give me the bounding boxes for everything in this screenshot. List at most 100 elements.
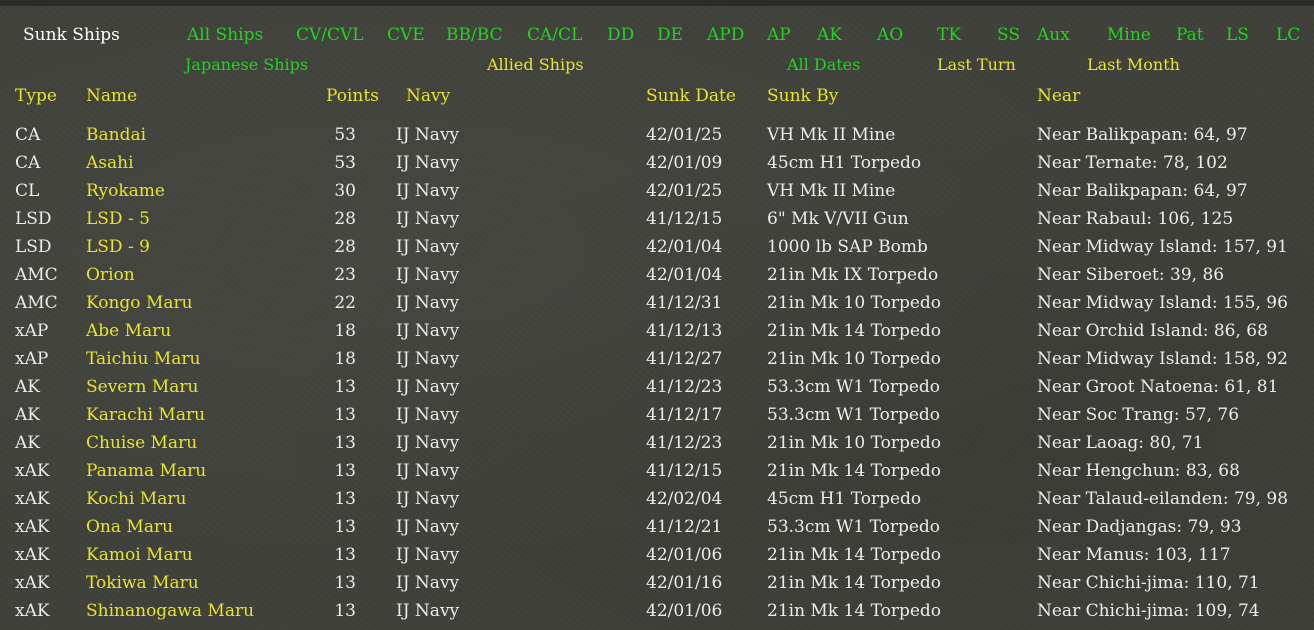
ship-type: AMC xyxy=(15,293,58,313)
sunk-by: 21in Mk 14 Torpedo xyxy=(767,461,942,481)
filter-mine[interactable]: Mine xyxy=(1107,25,1151,45)
ship-name[interactable]: LSD - 9 xyxy=(86,237,150,257)
table-row: AK Severn Maru 13 IJ Navy 41/12/23 53.3cm W1 … xyxy=(0,373,1314,401)
sunk-location: Near Talaud-eilanden: 79, 98 xyxy=(1037,489,1289,509)
option-japanese-ships[interactable]: Japanese Ships xyxy=(185,55,308,75)
ship-name[interactable]: Chuise Maru xyxy=(86,433,197,453)
ship-navy: IJ Navy xyxy=(396,125,460,145)
table-row: xAK Panama Maru 13 IJ Navy 41/12/15 21in Mk 1… xyxy=(0,457,1314,485)
option-allied-ships[interactable]: Allied Ships xyxy=(487,55,584,75)
sunk-date: 42/01/16 xyxy=(646,573,723,593)
filter-bb-bc[interactable]: BB/BC xyxy=(446,25,503,45)
table-row: xAP Abe Maru 18 IJ Navy 41/12/13 21in Mk 14 T… xyxy=(0,317,1314,345)
sunk-location: Near Midway Island: 157, 91 xyxy=(1037,237,1288,257)
ship-navy: IJ Navy xyxy=(396,377,460,397)
column-header-points[interactable]: Points xyxy=(326,86,379,106)
filter-apd[interactable]: APD xyxy=(707,25,744,45)
sunk-location: Near Midway Island: 158, 92 xyxy=(1037,349,1288,369)
ship-name[interactable]: Abe Maru xyxy=(86,321,171,341)
ship-name[interactable]: Orion xyxy=(86,265,135,285)
ship-name[interactable]: Taichiu Maru xyxy=(86,349,200,369)
filter-ss[interactable]: SS xyxy=(997,25,1020,45)
ship-name[interactable]: Severn Maru xyxy=(86,377,198,397)
column-header-type[interactable]: Type xyxy=(15,86,57,106)
ship-name[interactable]: Shinanogawa Maru xyxy=(86,601,254,621)
ship-type: LSD xyxy=(15,237,52,257)
ship-type: xAK xyxy=(15,545,50,565)
ship-navy: IJ Navy xyxy=(396,237,460,257)
table-row: xAK Ona Maru 13 IJ Navy 41/12/21 53.3cm W1 To… xyxy=(0,513,1314,541)
filter-ls[interactable]: LS xyxy=(1226,25,1249,45)
ship-name[interactable]: Asahi xyxy=(86,153,134,173)
sunk-location: Near Chichi-jima: 109, 74 xyxy=(1037,601,1260,621)
ship-name[interactable]: LSD - 5 xyxy=(86,209,150,229)
filter-tk[interactable]: TK xyxy=(937,25,961,45)
sunk-date: 42/01/06 xyxy=(646,601,723,621)
ship-name[interactable]: Ryokame xyxy=(86,181,165,201)
sunk-location: Near Hengchun: 83, 68 xyxy=(1037,461,1240,481)
ship-navy: IJ Navy xyxy=(396,545,460,565)
ship-type: xAP xyxy=(15,349,49,369)
sunk-date: 42/01/25 xyxy=(646,125,723,145)
sunk-date: 42/01/04 xyxy=(646,237,723,257)
sunk-by: VH Mk II Mine xyxy=(767,181,896,201)
ship-points: 13 xyxy=(334,573,356,593)
ship-name[interactable]: Kamoi Maru xyxy=(86,545,193,565)
option-all-dates[interactable]: All Dates xyxy=(787,55,860,75)
filter-dd[interactable]: DD xyxy=(607,25,634,45)
ship-points: 30 xyxy=(334,181,356,201)
ship-type: LSD xyxy=(15,209,52,229)
sunk-by: 53.3cm W1 Torpedo xyxy=(767,377,941,397)
ship-name[interactable]: Bandai xyxy=(86,125,146,145)
ship-points: 53 xyxy=(334,125,356,145)
column-header-navy[interactable]: Navy xyxy=(406,86,450,106)
ship-name[interactable]: Kongo Maru xyxy=(86,293,193,313)
ship-navy: IJ Navy xyxy=(396,573,460,593)
filter-aux[interactable]: Aux xyxy=(1037,25,1070,45)
ship-type: AK xyxy=(15,433,40,453)
filter-ak[interactable]: AK xyxy=(817,25,842,45)
ship-navy: IJ Navy xyxy=(396,489,460,509)
option-last-month[interactable]: Last Month xyxy=(1087,55,1180,75)
sunk-location: Near Dadjangas: 79, 93 xyxy=(1037,517,1242,537)
ship-name[interactable]: Tokiwa Maru xyxy=(86,573,199,593)
sunk-date: 41/12/17 xyxy=(646,405,723,425)
column-header-near[interactable]: Near xyxy=(1037,86,1080,106)
ship-type: CA xyxy=(15,153,41,173)
sunk-by: 45cm H1 Torpedo xyxy=(767,153,922,173)
filter-cve[interactable]: CVE xyxy=(387,25,425,45)
ship-type: xAK xyxy=(15,573,50,593)
filter-lc[interactable]: LC xyxy=(1276,25,1300,45)
column-header-sunk-date[interactable]: Sunk Date xyxy=(646,86,736,106)
sunk-by: 21in Mk 14 Torpedo xyxy=(767,321,942,341)
ship-points: 13 xyxy=(334,377,356,397)
filter-cv-cvl[interactable]: CV/CVL xyxy=(296,25,364,45)
table-row: xAK Shinanogawa Maru 13 IJ Navy 42/01/06 21in… xyxy=(0,597,1314,625)
sunk-by: 21in Mk 10 Torpedo xyxy=(767,293,942,313)
ship-name[interactable]: Ona Maru xyxy=(86,517,173,537)
filter-ap[interactable]: AP xyxy=(767,25,791,45)
ship-name[interactable]: Karachi Maru xyxy=(86,405,205,425)
ship-type: AMC xyxy=(15,265,58,285)
filter-ca-cl[interactable]: CA/CL xyxy=(527,25,582,45)
column-header-name[interactable]: Name xyxy=(86,86,137,106)
sunk-by: 21in Mk 14 Torpedo xyxy=(767,601,942,621)
sunk-by: 21in Mk IX Torpedo xyxy=(767,265,939,285)
sunk-date: 41/12/31 xyxy=(646,293,723,313)
filter-ao[interactable]: AO xyxy=(877,25,903,45)
filter-pat[interactable]: Pat xyxy=(1176,25,1204,45)
filter-all-ships[interactable]: All Ships xyxy=(187,25,263,45)
table-row: LSD LSD - 5 28 IJ Navy 41/12/15 6" Mk V/VII G… xyxy=(0,205,1314,233)
column-header-sunk-by[interactable]: Sunk By xyxy=(767,86,838,106)
ship-points: 13 xyxy=(334,461,356,481)
option-last-turn[interactable]: Last Turn xyxy=(937,55,1016,75)
ship-name[interactable]: Kochi Maru xyxy=(86,489,186,509)
table-row: AMC Kongo Maru 22 IJ Navy 41/12/31 21in Mk 10… xyxy=(0,289,1314,317)
sunk-by: 21in Mk 14 Torpedo xyxy=(767,545,942,565)
ship-points: 28 xyxy=(334,237,356,257)
table-row: xAK Tokiwa Maru 13 IJ Navy 42/01/16 21in Mk 1… xyxy=(0,569,1314,597)
ship-navy: IJ Navy xyxy=(396,517,460,537)
ship-navy: IJ Navy xyxy=(396,461,460,481)
filter-de[interactable]: DE xyxy=(657,25,683,45)
ship-name[interactable]: Panama Maru xyxy=(86,461,206,481)
